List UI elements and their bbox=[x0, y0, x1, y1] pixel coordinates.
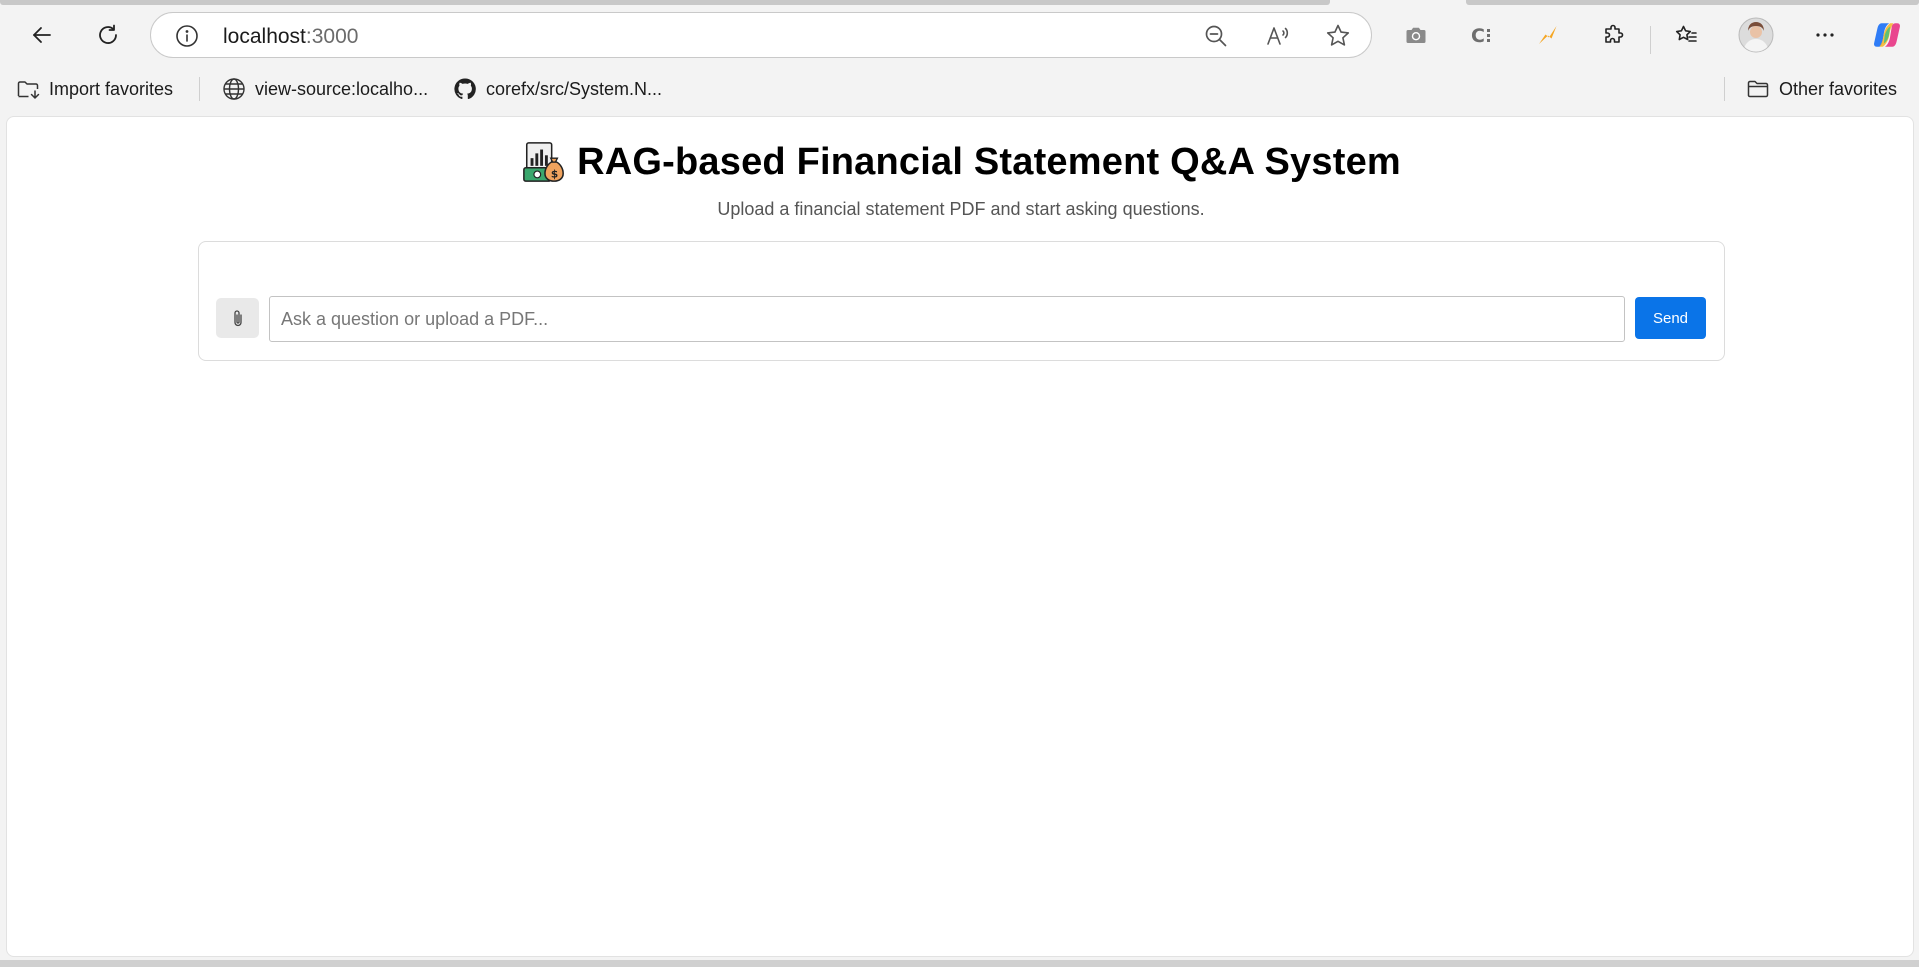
github-icon bbox=[454, 78, 476, 100]
page-subtitle: Upload a financial statement PDF and sta… bbox=[717, 199, 1205, 219]
question-input[interactable] bbox=[269, 296, 1625, 342]
more-icon[interactable] bbox=[1805, 15, 1845, 55]
camera-icon[interactable] bbox=[1396, 15, 1436, 55]
url-text[interactable]: localhost:3000 bbox=[223, 25, 358, 49]
fav-label: Other favorites bbox=[1779, 78, 1898, 99]
extension-bolt-icon[interactable] bbox=[1528, 15, 1568, 55]
star-icon[interactable] bbox=[1325, 23, 1351, 49]
zoom-out-icon[interactable] bbox=[1203, 23, 1229, 49]
fav-import-favorites[interactable]: Import favorites bbox=[16, 74, 173, 104]
svg-text:$: $ bbox=[551, 168, 559, 180]
fav-view-source[interactable]: view-source:localho... bbox=[222, 74, 428, 104]
fav-corefx[interactable]: corefx/src/System.N... bbox=[453, 74, 662, 104]
puzzle-icon[interactable] bbox=[1594, 15, 1634, 55]
folder-icon bbox=[1747, 80, 1769, 98]
address-bar[interactable]: localhost:3000 bbox=[150, 12, 1372, 58]
attach-pdf-button[interactable] bbox=[216, 298, 259, 338]
url-port: :3000 bbox=[305, 25, 359, 48]
send-button[interactable]: Send bbox=[1635, 297, 1706, 339]
fav-other-favorites[interactable]: Other favorites bbox=[1746, 74, 1897, 104]
page-title-text: RAG-based Financial Statement Q&A System bbox=[577, 140, 1401, 183]
page-viewport: $ RAG-based Financial Statement Q&A Syst… bbox=[6, 116, 1914, 957]
profile-avatar[interactable] bbox=[1735, 14, 1777, 56]
favorites-icon[interactable] bbox=[1666, 15, 1706, 55]
import-favorites-icon bbox=[17, 81, 40, 99]
svg-text:C: C bbox=[1471, 25, 1485, 47]
url-host: localhost bbox=[223, 25, 306, 48]
copilot-icon[interactable] bbox=[1867, 15, 1907, 55]
bottom-border bbox=[0, 960, 1919, 967]
info-icon[interactable] bbox=[175, 24, 199, 48]
page-header: $ RAG-based Financial Statement Q&A Syst… bbox=[7, 139, 1913, 220]
fav-label: corefx/src/System.N... bbox=[486, 78, 663, 99]
favorites-divider bbox=[1724, 77, 1725, 101]
back-arrow-icon[interactable] bbox=[22, 15, 62, 55]
extension-c-icon[interactable]: C bbox=[1462, 15, 1502, 55]
toolbar-divider bbox=[1650, 26, 1651, 54]
page-title: $ RAG-based Financial Statement Q&A Syst… bbox=[521, 139, 1401, 185]
refresh-icon[interactable] bbox=[88, 15, 128, 55]
finance-logo-icon: $ bbox=[523, 142, 565, 182]
globe-icon bbox=[223, 78, 245, 100]
chat-panel: Send bbox=[198, 241, 1725, 361]
browser-toolbar: localhost:3000 C bbox=[0, 5, 1919, 65]
fav-label: view-source:localho... bbox=[255, 78, 429, 99]
read-aloud-icon[interactable] bbox=[1265, 23, 1291, 49]
favorites-divider bbox=[199, 77, 200, 101]
fav-label: Import favorites bbox=[49, 78, 174, 99]
paperclip-icon bbox=[233, 310, 242, 327]
